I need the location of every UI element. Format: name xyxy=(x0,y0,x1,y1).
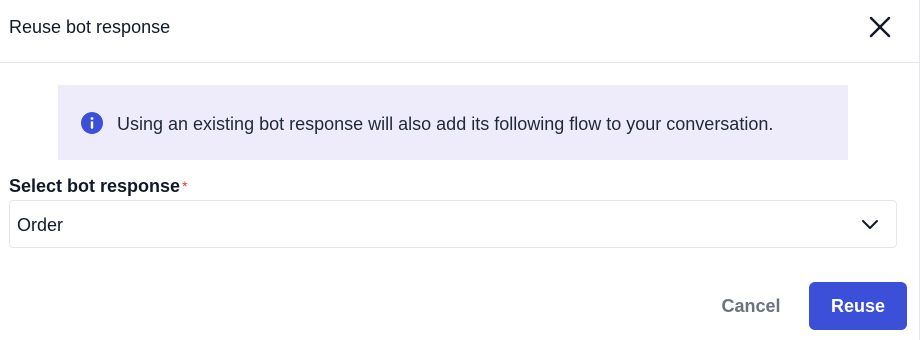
required-indicator: * xyxy=(182,178,188,194)
reuse-bot-response-dialog: Reuse bot response Using an existing bot… xyxy=(0,0,920,340)
dialog-header: Reuse bot response xyxy=(0,0,919,63)
chevron-down-icon xyxy=(862,220,878,229)
info-banner: Using an existing bot response will also… xyxy=(58,85,848,160)
close-icon xyxy=(869,16,891,38)
info-icon xyxy=(81,112,103,134)
bot-response-label-text: Select bot response xyxy=(9,176,181,196)
reuse-button[interactable]: Reuse xyxy=(809,282,907,330)
cancel-button[interactable]: Cancel xyxy=(706,282,796,330)
bot-response-select[interactable]: Order xyxy=(9,200,897,248)
bot-response-field-label: Select bot response * xyxy=(9,175,188,197)
dialog-title: Reuse bot response xyxy=(9,17,171,37)
close-button[interactable] xyxy=(866,13,894,41)
info-banner-text: Using an existing bot response will also… xyxy=(117,114,774,134)
bot-response-selected-value: Order xyxy=(17,215,64,235)
